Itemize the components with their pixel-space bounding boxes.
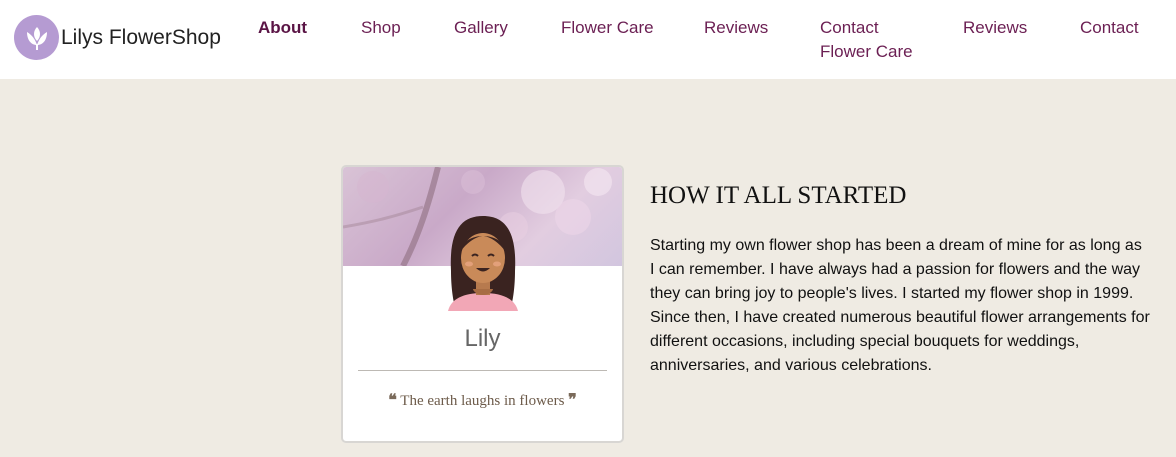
nav-contact-2[interactable]: Contact (1080, 16, 1139, 40)
quote-text: The earth laughs in flowers (400, 393, 565, 409)
brand-name: Lilys FlowerShop (61, 26, 221, 49)
nav-reviews-2[interactable]: Reviews (963, 16, 1027, 40)
nav-gallery[interactable]: Gallery (454, 16, 508, 40)
profile-card: Lily ❝ The earth laughs in flowers ❞ (341, 165, 624, 443)
nav-contact[interactable]: Contact (820, 16, 879, 40)
tulip-icon (14, 15, 59, 60)
card-divider (358, 370, 607, 371)
nav-about[interactable]: About (258, 16, 307, 40)
nav-flower-care-2[interactable]: Flower Care (820, 40, 913, 64)
logo-link[interactable]: Lilys FlowerShop (14, 15, 221, 60)
quote-right-icon: ❞ (568, 390, 577, 409)
section-title: HOW IT ALL STARTED (650, 182, 907, 209)
site-header: Lilys FlowerShop About Shop Gallery Flow… (0, 0, 1176, 79)
quote-left-icon: ❝ (388, 390, 397, 409)
nav-reviews[interactable]: Reviews (704, 16, 768, 40)
profile-quote: ❝ The earth laughs in flowers ❞ (343, 390, 622, 410)
avatar (443, 211, 523, 311)
nav-shop[interactable]: Shop (361, 16, 401, 40)
profile-name: Lily (464, 325, 501, 352)
nav-flower-care[interactable]: Flower Care (561, 16, 654, 40)
story-paragraph: Starting my own flower shop has been a d… (650, 237, 1150, 374)
